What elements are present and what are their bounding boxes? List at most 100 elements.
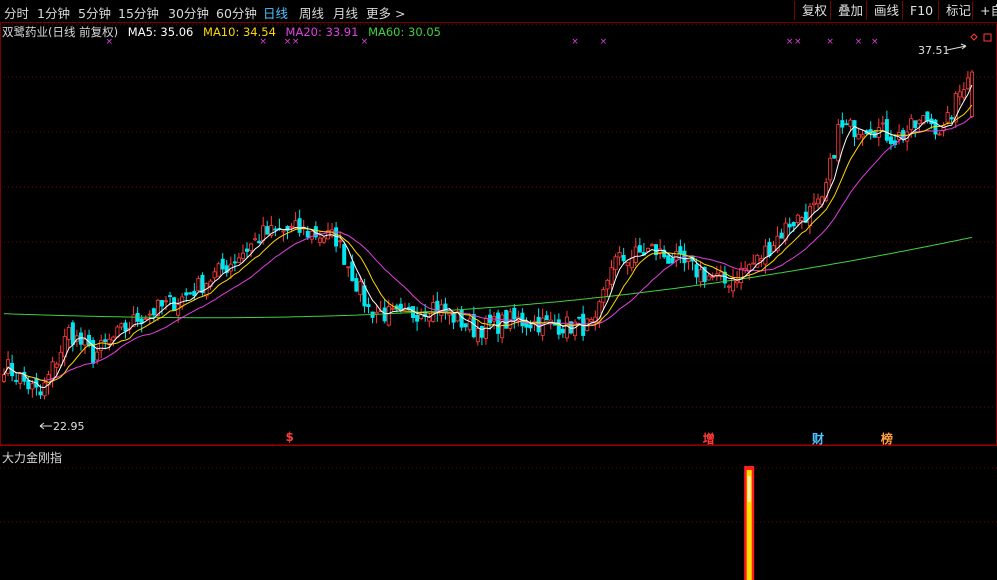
candle-body-39	[159, 300, 164, 307]
candle-body-42	[172, 297, 177, 311]
candle-body-75	[305, 230, 310, 238]
candle-body-167	[678, 246, 683, 254]
ma5-line	[3, 84, 973, 389]
candle-body-111	[451, 313, 456, 323]
candle-body-64	[261, 225, 266, 242]
candle-body-41	[168, 295, 173, 297]
ma20-line	[3, 115, 973, 381]
kline-chart[interactable]: × × × × × × × × × × × ×37.5122.95	[0, 22, 997, 446]
candle-body-54	[220, 258, 225, 270]
top-marker-7: ×	[786, 37, 794, 47]
candle-body-17	[70, 322, 75, 345]
candle-body-134	[544, 315, 549, 321]
candle-body-164	[666, 255, 671, 264]
period-tab-2[interactable]: 5分钟	[78, 3, 111, 22]
signal-bar-core	[747, 476, 751, 502]
period-tab-0[interactable]: 分时	[4, 3, 29, 22]
candle-body-63	[257, 240, 262, 244]
candle-body-208	[844, 123, 849, 126]
candle-body-79	[321, 237, 326, 243]
period-tab-9[interactable]: 更多 >	[366, 3, 405, 22]
toolbar-button-0[interactable]: 复权	[794, 1, 834, 20]
candle-body-85	[346, 266, 351, 269]
period-tab-3[interactable]: 15分钟	[118, 3, 159, 22]
candle-body-52	[212, 271, 217, 279]
candle-body-123	[500, 314, 505, 339]
candle-body-7	[30, 383, 35, 390]
top-marker-3: ×	[292, 37, 300, 47]
candle-body-61	[249, 243, 254, 252]
period-tab-6[interactable]: 日线	[263, 3, 288, 22]
candle-body-225	[913, 120, 918, 129]
ma60-line	[3, 236, 972, 319]
period-toolbar: 分时 1分钟 5分钟 15分钟 30分钟 60分钟 日线 周线 月线 更多 > 复权 叠加 画线 F10…	[0, 0, 997, 23]
candle-body-130	[528, 324, 533, 329]
period-tab-1[interactable]: 1分钟	[37, 3, 70, 22]
candle-body-22	[91, 340, 96, 364]
candle-body-192	[779, 232, 784, 239]
sub-indicator-chart[interactable]	[0, 446, 997, 580]
candle-body-87	[354, 278, 359, 292]
toolbar-button-3[interactable]: F10	[902, 1, 940, 20]
toolbar-button-5[interactable]: +自	[972, 1, 997, 20]
candle-body-204	[828, 157, 833, 181]
candle-body-166	[674, 251, 679, 261]
event-marker-2[interactable]: 财	[812, 430, 824, 447]
period-tab-5[interactable]: 60分钟	[216, 3, 257, 22]
candle-body-172	[698, 269, 703, 283]
candle-body-86	[350, 261, 355, 282]
candle-body-233	[945, 112, 950, 123]
candle-body-209	[848, 119, 853, 127]
top-marker-1: ×	[259, 37, 267, 47]
candle-body-10	[42, 382, 47, 397]
candle-body-177	[718, 271, 723, 276]
event-marker-3[interactable]: 榜	[881, 430, 893, 447]
candle-body-195	[791, 222, 796, 227]
candle-body-207	[840, 120, 845, 128]
top-marker-5: ×	[571, 37, 579, 47]
candle-body-16	[66, 327, 71, 340]
top-marker-11: ×	[871, 37, 879, 47]
candle-body-6	[26, 380, 31, 390]
candle-body-15	[62, 336, 67, 358]
candle-body-200	[812, 202, 817, 206]
candle-body-187	[759, 258, 764, 261]
period-tab-4[interactable]: 30分钟	[168, 3, 209, 22]
candle-body-234	[949, 117, 954, 120]
candle-body-102	[415, 314, 420, 322]
candle-body-152	[617, 252, 622, 258]
event-marker-1[interactable]: 增	[703, 430, 715, 447]
candle-body-40	[163, 300, 168, 303]
candle-body-188	[763, 245, 768, 265]
top-marker-0: ×	[106, 37, 114, 47]
candle-body-90	[366, 304, 371, 308]
low-price-label: 22.95	[53, 420, 85, 433]
candle-body-76	[309, 230, 314, 240]
candle-body-12	[50, 361, 55, 381]
candle-body-78	[317, 237, 322, 243]
candle-body-218	[884, 119, 889, 141]
candle-body-24	[99, 340, 104, 351]
chart-frame	[0, 22, 997, 446]
candle-body-149	[605, 279, 610, 290]
candle-body-45	[184, 292, 189, 296]
candle-body-169	[686, 259, 691, 262]
candle-body-29	[119, 323, 124, 328]
candle-body-83	[338, 240, 343, 243]
candle-body-165	[670, 257, 675, 264]
top-marker-9: ×	[826, 37, 834, 47]
candle-body-171	[694, 264, 699, 278]
candle-body-139	[564, 316, 569, 339]
candle-body-237	[961, 89, 966, 98]
toolbar-button-2[interactable]: 画线	[866, 1, 906, 20]
candle-body-95	[386, 305, 391, 326]
candle-body-27	[111, 336, 116, 341]
ma10-line	[3, 104, 973, 383]
candle-body-206	[836, 124, 841, 162]
period-tab-8[interactable]: 月线	[333, 3, 358, 22]
event-marker-0[interactable]: $	[286, 430, 294, 444]
candle-body-70	[285, 225, 290, 231]
candle-body-25	[103, 339, 108, 343]
period-tab-7[interactable]: 周线	[299, 3, 324, 22]
toolbar-button-1[interactable]: 叠加	[830, 1, 870, 20]
